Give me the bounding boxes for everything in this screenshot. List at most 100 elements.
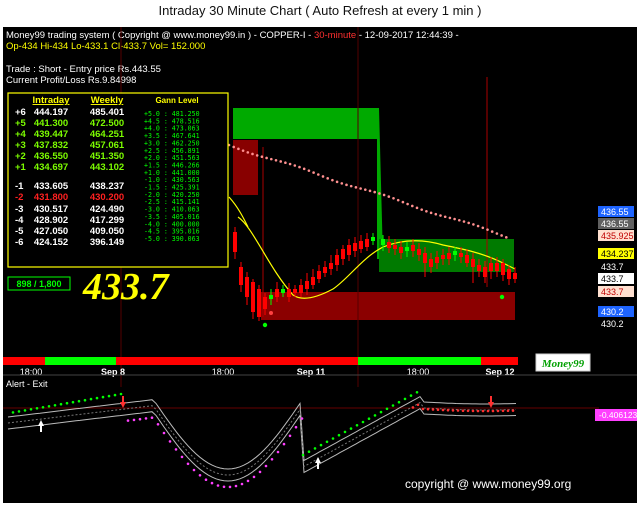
level-weekly: 424.490	[90, 204, 124, 215]
candle-body	[471, 259, 475, 267]
level-intraday: 427.050	[34, 226, 68, 237]
sar-dot	[354, 186, 358, 189]
candle-body	[359, 241, 363, 249]
indicator-dot	[319, 443, 323, 447]
indicator-dot	[476, 409, 480, 413]
indicator-dot	[481, 409, 485, 413]
signal-dot	[269, 311, 273, 315]
indicator-dot	[138, 417, 142, 421]
header-line1: Money99 trading system ( Copyright @ www…	[6, 30, 459, 41]
candle-body	[495, 263, 499, 271]
level-intraday: 430.517	[34, 204, 68, 215]
level-weekly: 417.299	[90, 215, 124, 226]
indicator-dot	[288, 434, 292, 438]
candle-body	[335, 255, 339, 265]
price-tag: 436.55	[601, 219, 629, 229]
level-label: -4	[15, 215, 24, 226]
indicator-dot	[506, 409, 510, 413]
sar-dot	[439, 214, 442, 217]
sar-dot	[317, 173, 320, 176]
level-label: +4	[15, 129, 27, 140]
candle-body	[387, 242, 391, 248]
signal-dot	[262, 322, 268, 328]
indicator-dot	[325, 440, 329, 444]
level-label: -6	[15, 237, 23, 248]
indicator-dot	[343, 430, 347, 434]
sar-dot	[453, 217, 456, 221]
candle-body	[477, 265, 481, 271]
candle-body	[281, 289, 285, 293]
candle-body	[483, 267, 487, 277]
sar-dot	[349, 184, 353, 188]
candle-body	[311, 277, 315, 285]
indicator-dot	[313, 447, 317, 450]
weekly-header: Weekly	[91, 95, 124, 106]
sar-dot	[462, 220, 466, 223]
candle-body	[353, 243, 357, 251]
indicator-dot	[23, 409, 27, 412]
price-tag: 436.55	[601, 207, 629, 217]
sar-dot	[467, 221, 471, 225]
indicator-dot	[59, 402, 63, 406]
sar-dot	[288, 162, 292, 166]
indicator-dot	[391, 404, 395, 407]
indicator-dot	[282, 442, 286, 446]
sar-dot	[331, 178, 334, 182]
candle-body	[323, 267, 327, 273]
gann-rows: +5.0 : 481.250+4.5 : 478.516+4.0 : 473.0…	[144, 110, 200, 243]
indicator-dot	[162, 431, 166, 435]
level-label: +6	[15, 107, 26, 118]
price-tag: 433.7	[601, 262, 624, 272]
indicator-dot	[301, 453, 305, 457]
level-label: +3	[15, 140, 26, 151]
candle-body	[453, 251, 457, 255]
indicator-value: -0.406123	[599, 410, 637, 420]
red-zone-left	[233, 140, 258, 195]
sar-dot	[251, 152, 254, 156]
sar-dot	[232, 145, 235, 149]
current-price-large: 433.7	[82, 266, 171, 308]
indicator-dot	[156, 423, 160, 426]
candle-body	[245, 277, 249, 297]
sar-dot	[490, 230, 494, 233]
candle-body	[269, 295, 273, 299]
level-intraday: 433.605	[34, 181, 69, 192]
time-strip	[3, 357, 518, 365]
level-weekly: 472.500	[90, 118, 124, 129]
indicator-dot	[204, 478, 208, 482]
sar-dot	[486, 228, 489, 231]
sar-dot	[293, 164, 297, 167]
indicator-dot	[113, 393, 117, 397]
indicator-dot	[276, 450, 280, 454]
indicator-dot	[83, 398, 87, 402]
logo-text: Money99	[541, 358, 585, 370]
candle-body	[465, 255, 469, 263]
chart-canvas[interactable]: Money99 trading system ( Copyright @ www…	[3, 27, 637, 503]
level-weekly: 457.061	[90, 140, 125, 151]
time-strip-segment	[358, 357, 481, 365]
candle-body	[293, 289, 297, 293]
level-label: +1	[15, 162, 27, 173]
level-label: +2	[15, 151, 26, 162]
chart-frame[interactable]: Money99 trading system ( Copyright @ www…	[3, 27, 637, 503]
indicator-dot	[501, 409, 505, 413]
level-weekly: 443.102	[90, 162, 124, 173]
ema-line-left	[228, 196, 249, 228]
indicator-dot	[337, 433, 341, 437]
price-tag: 434.237	[601, 249, 634, 259]
indicator-dot	[11, 411, 15, 414]
sar-dot	[345, 183, 348, 187]
sar-dot	[279, 160, 283, 163]
sar-dots	[227, 143, 508, 239]
indicator-dot	[89, 397, 93, 401]
level-weekly: 396.149	[90, 237, 124, 248]
indicator-dot	[416, 403, 420, 407]
sar-dot	[382, 193, 386, 197]
indicator-dot	[411, 406, 415, 409]
indicator-dot	[216, 484, 220, 487]
sar-dot	[302, 167, 306, 171]
sar-dot	[326, 177, 330, 180]
pnl-text: Current Profit/Loss Rs.9.84998	[6, 75, 136, 86]
candle-body	[441, 255, 445, 259]
indicator-dot	[431, 408, 435, 411]
